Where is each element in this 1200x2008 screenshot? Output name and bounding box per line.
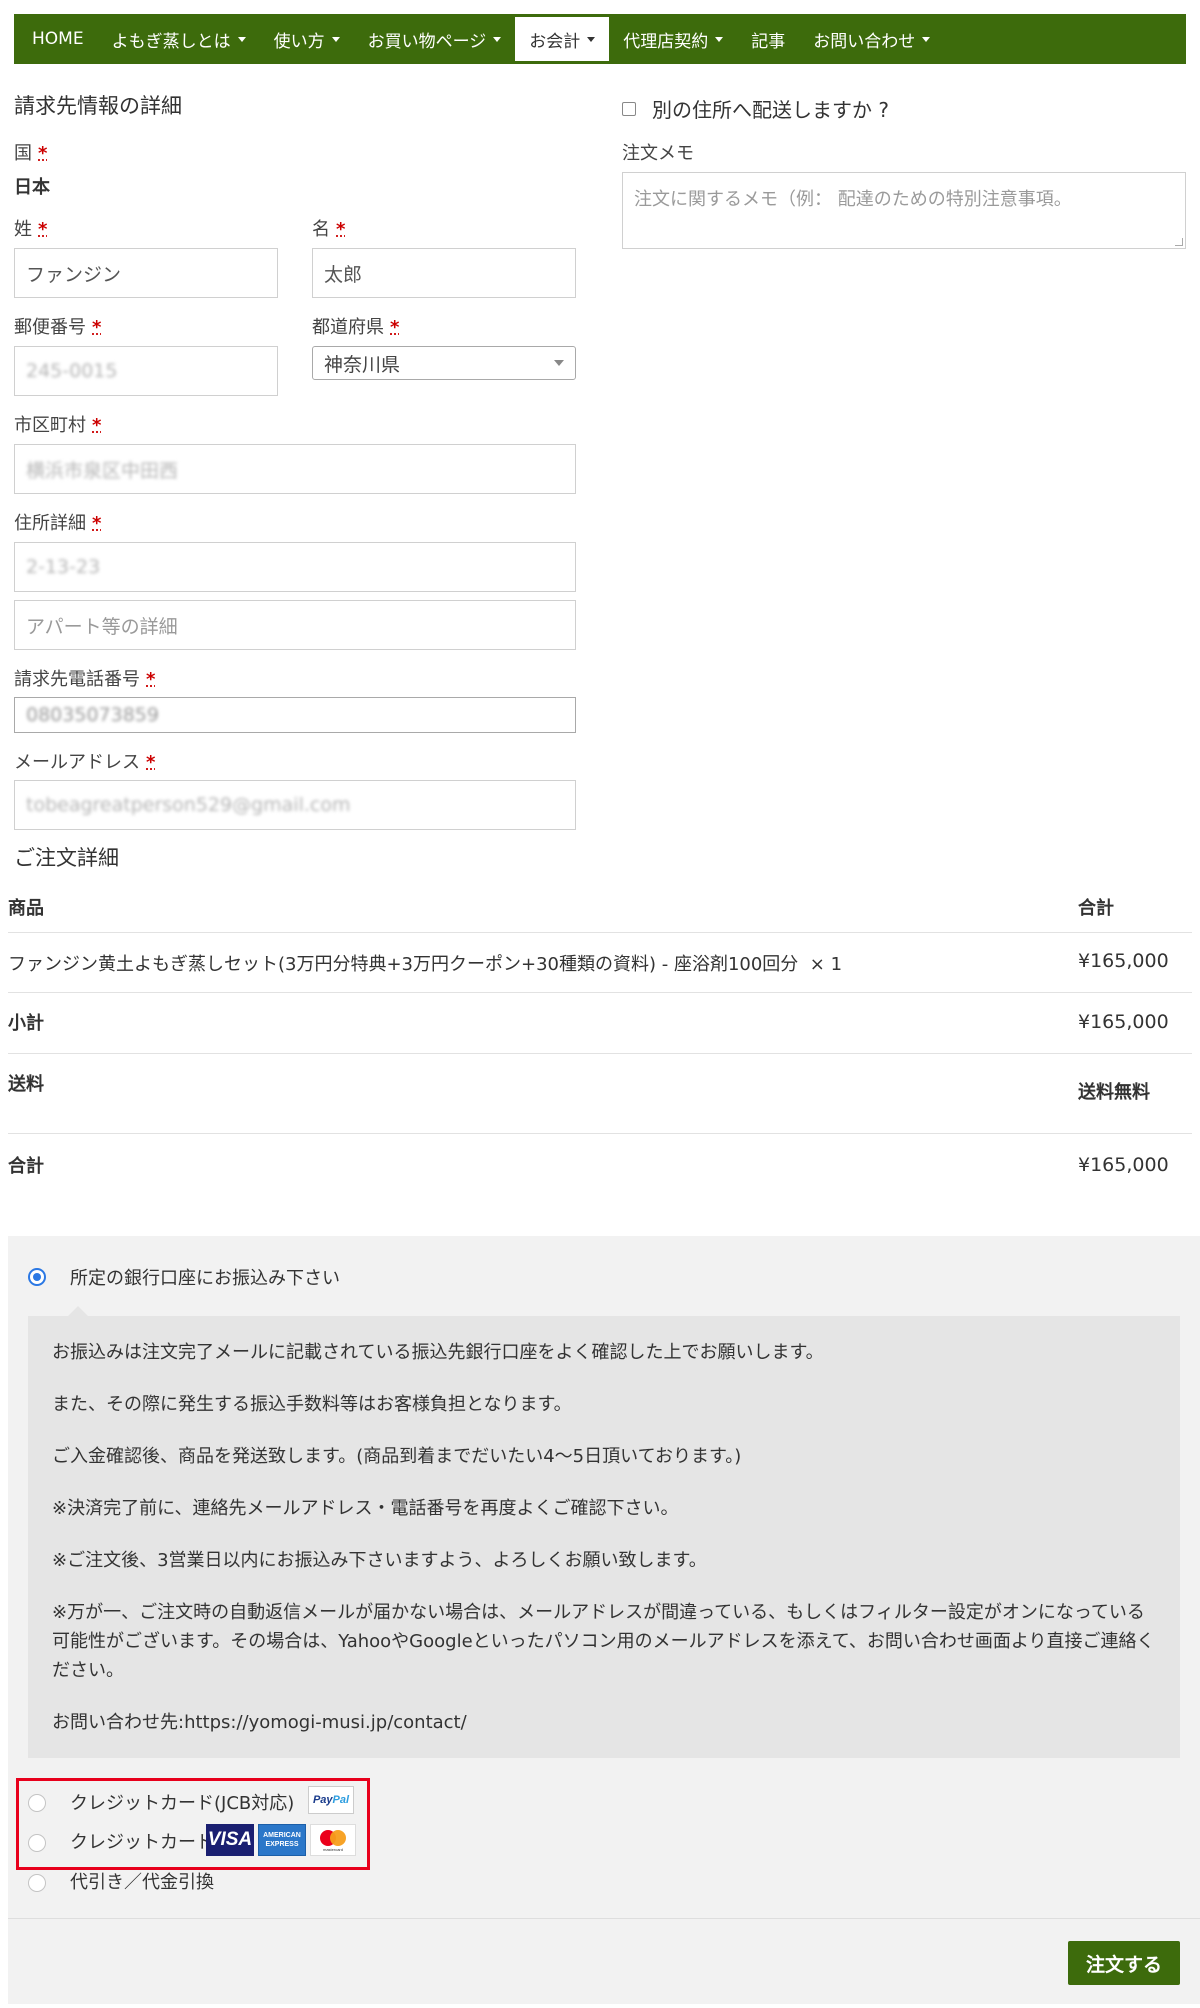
- caret-down-icon: [587, 36, 596, 42]
- ship-different-label: 別の住所へ配送しますか ?: [652, 98, 889, 122]
- phone-label: 請求先電話番号 *: [14, 669, 156, 690]
- payment-section: 所定の銀行口座にお振込み下さい お振込みは注文完了メールに記載されている振込先銀…: [8, 1236, 1200, 2004]
- required-mark: *: [390, 317, 400, 338]
- postcode-input[interactable]: 245-0015: [14, 346, 278, 396]
- svg-text:mastercard: mastercard: [323, 1847, 343, 1852]
- visa-logo-icon: VISA: [206, 1824, 254, 1856]
- required-mark: *: [92, 513, 102, 534]
- bank-desc-line: また、その際に発生する振込手数料等はお客様負担となります。: [52, 1394, 572, 1415]
- mastercard-circles-icon: mastercard: [320, 1830, 346, 1852]
- phone-input[interactable]: 08035073859: [14, 697, 576, 733]
- address-label: 住所詳細 *: [14, 513, 102, 534]
- bank-desc-line: ※万が一、ご注文時の自動返信メールが届かない場合は、メールアドレスが間違っている…: [52, 1602, 1155, 1681]
- postcode-label: 郵便番号 *: [14, 317, 102, 338]
- subtotal-value: ¥165,000: [1078, 1011, 1169, 1033]
- table-row: 小計 ¥165,000: [8, 993, 1192, 1054]
- cod-radio[interactable]: [28, 1874, 46, 1892]
- bank-desc-line: ※決済完了前に、連絡先メールアドレス・電話番号を再度よくご確認下さい。: [52, 1498, 679, 1519]
- paypal-logo-icon: Pay Pal: [308, 1786, 354, 1814]
- nav-howto[interactable]: 使い方: [260, 14, 354, 64]
- bank-desc-line: お振込みは注文完了メールに記載されている振込先銀行口座をよく確認した上でお願いし…: [52, 1342, 824, 1363]
- bank-desc-line: ※ご注文後、3営業日以内にお振込み下さいますよう、よろしくお願い致します。: [52, 1550, 707, 1571]
- last-name-label: 姓 *: [14, 219, 48, 240]
- country-label: 国 *: [14, 143, 48, 164]
- total-value: ¥165,000: [1078, 1154, 1169, 1176]
- bank-transfer-label[interactable]: 所定の銀行口座にお振込み下さい: [70, 1264, 340, 1290]
- paypal-label[interactable]: クレジットカード(JCB対応): [70, 1789, 294, 1815]
- main-nav: HOME よもぎ蒸しとは 使い方 お買い物ページ お会計 代理店契約 記事 お問…: [14, 14, 1186, 64]
- dropdown-arrow-icon: [554, 360, 564, 366]
- item-qty: × 1: [809, 954, 843, 975]
- nav-about[interactable]: よもぎ蒸しとは: [98, 14, 260, 64]
- table-row: 送料 送料無料: [8, 1054, 1192, 1134]
- bank-desc-line: ご入金確認後、商品を発送致します。(商品到着までだいたい4～5日頂いております。…: [52, 1446, 742, 1467]
- callout-notch: [68, 1306, 88, 1316]
- email-input[interactable]: tobeagreatperson529@gmail.com: [14, 780, 576, 830]
- resize-handle-icon[interactable]: [1175, 238, 1183, 246]
- city-input[interactable]: 横浜市泉区中田西: [14, 444, 576, 494]
- cod-label[interactable]: 代引き／代金引換: [70, 1868, 214, 1894]
- required-mark: *: [92, 415, 102, 436]
- table-row: 合計 ¥165,000: [8, 1134, 1192, 1204]
- nav-articles[interactable]: 記事: [737, 14, 799, 64]
- address-input[interactable]: 2-13-23: [14, 542, 576, 592]
- nav-agency[interactable]: 代理店契約: [609, 14, 737, 64]
- required-mark: *: [146, 669, 156, 690]
- prefecture-select[interactable]: 神奈川県: [312, 346, 576, 380]
- nav-contact[interactable]: お問い合わせ: [799, 14, 944, 64]
- contact-url: お問い合わせ先:https://yomogi-musi.jp/contact/: [52, 1712, 467, 1733]
- last-name-input[interactable]: ファンジン: [14, 248, 278, 298]
- paypal-radio[interactable]: [28, 1794, 46, 1812]
- mastercard-logo-icon: mastercard: [310, 1824, 356, 1856]
- required-mark: *: [336, 219, 346, 240]
- bank-transfer-radio[interactable]: [28, 1268, 46, 1286]
- caret-down-icon: [715, 36, 724, 42]
- divider: [8, 1918, 1200, 1919]
- nav-checkout[interactable]: お会計: [515, 17, 610, 61]
- email-label: メールアドレス *: [14, 752, 156, 773]
- required-mark: *: [38, 219, 48, 240]
- billing-heading: 請求先情報の詳細: [14, 94, 182, 118]
- credit-card-label[interactable]: クレジットカード: [70, 1828, 214, 1854]
- order-notes-textarea[interactable]: 注文に関するメモ（例： 配達のための特別注意事項。: [622, 172, 1186, 249]
- country-value: 日本: [14, 177, 50, 198]
- first-name-input[interactable]: 太郎: [312, 248, 576, 298]
- subtotal-label: 小計: [8, 1013, 44, 1034]
- shipping-label: 送料: [8, 1074, 44, 1095]
- first-name-label: 名 *: [312, 219, 346, 240]
- nav-home[interactable]: HOME: [18, 14, 98, 64]
- item-name: ファンジン黄土よもぎ蒸しセット(3万円分特典+3万円クーポン+30種類の資料) …: [8, 954, 843, 975]
- notes-label: 注文メモ: [622, 143, 694, 164]
- caret-down-icon: [493, 36, 502, 42]
- ship-different-checkbox[interactable]: [622, 101, 636, 116]
- table-row: ファンジン黄土よもぎ蒸しセット(3万円分特典+3万円クーポン+30種類の資料) …: [8, 933, 1192, 993]
- order-heading: ご注文詳細: [14, 846, 119, 870]
- ship-different-row: 別の住所へ配送しますか ?: [622, 94, 889, 123]
- address2-input[interactable]: アパート等の詳細: [14, 600, 576, 650]
- caret-down-icon: [237, 36, 246, 42]
- credit-card-radio[interactable]: [28, 1834, 46, 1852]
- required-mark: *: [146, 752, 156, 773]
- city-label: 市区町村 *: [14, 415, 102, 436]
- shipping-value: 送料無料: [1078, 1082, 1150, 1103]
- col-product-header: 商品: [8, 898, 44, 919]
- prefecture-label: 都道府県 *: [312, 317, 400, 338]
- required-mark: *: [38, 143, 48, 164]
- bank-transfer-description: お振込みは注文完了メールに記載されている振込先銀行口座をよく確認した上でお願いし…: [28, 1316, 1180, 1758]
- order-table-header: 商品 合計: [8, 876, 1192, 933]
- required-mark: *: [92, 317, 102, 338]
- caret-down-icon: [922, 36, 931, 42]
- col-total-header: 合計: [1078, 898, 1114, 919]
- caret-down-icon: [331, 36, 340, 42]
- amex-logo-icon: AMERICAN EXPRESS: [258, 1824, 306, 1856]
- total-label: 合計: [8, 1156, 44, 1177]
- item-total: ¥165,000: [1078, 950, 1169, 972]
- nav-shop[interactable]: お買い物ページ: [354, 14, 516, 64]
- place-order-button[interactable]: 注文する: [1068, 1941, 1180, 1985]
